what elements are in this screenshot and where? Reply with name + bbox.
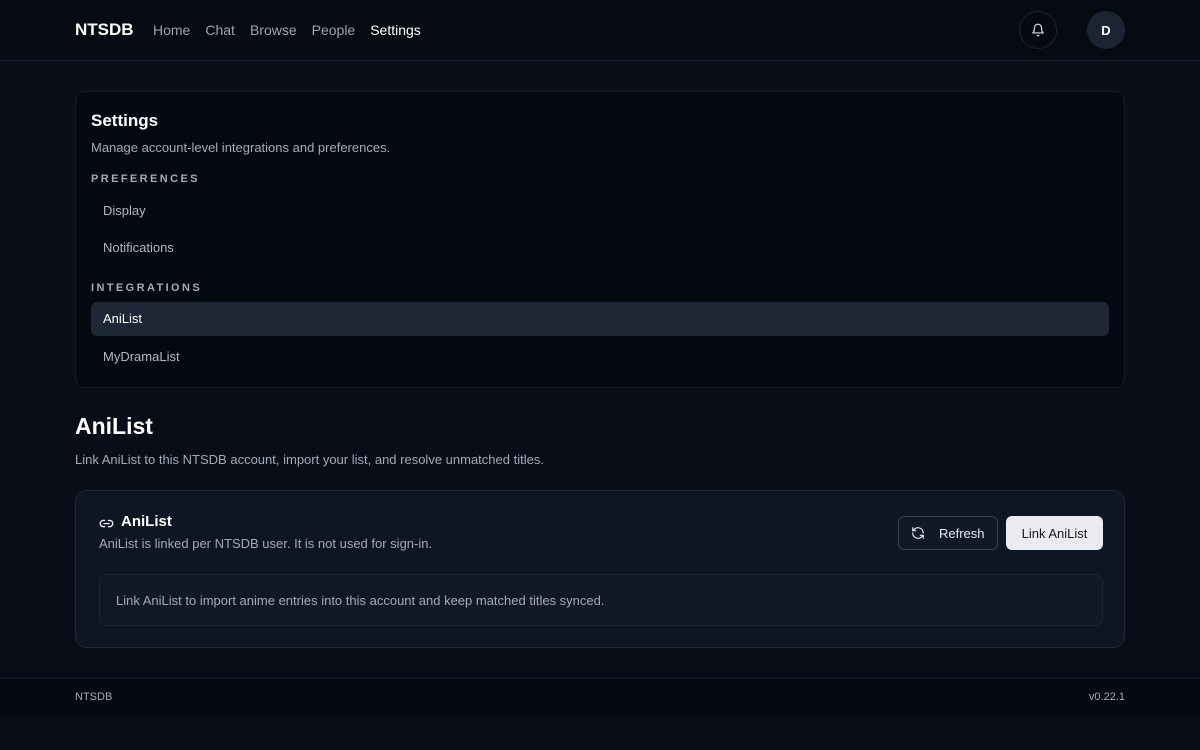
menu-item-display[interactable]: Display — [91, 194, 1109, 228]
section-title: AniList — [75, 413, 153, 439]
settings-title: Settings — [91, 111, 159, 130]
link-anilist-button[interactable]: Link AniList — [1006, 516, 1103, 550]
menu-item-notifications[interactable]: Notifications — [91, 231, 1109, 265]
section-description: Link AniList to this NTSDB account, impo… — [75, 452, 544, 467]
bell-icon — [1032, 23, 1044, 37]
footer: NTSDB v0.22.1 — [0, 678, 1200, 716]
notifications-button[interactable] — [1019, 11, 1057, 49]
info-text: Link AniList to import anime entries int… — [116, 593, 605, 608]
main-nav: Home Chat Browse People Settings — [153, 22, 421, 38]
card-subtitle: AniList is linked per NTSDB user. It is … — [99, 536, 433, 551]
top-navigation-bar: NTSDB Home Chat Browse People Settings D — [0, 0, 1200, 61]
settings-subtitle: Manage account-level integrations and pr… — [91, 140, 391, 155]
card-title: AniList — [121, 513, 172, 530]
nav-settings[interactable]: Settings — [370, 22, 421, 38]
nav-people[interactable]: People — [312, 22, 356, 38]
footer-version: v0.22.1 — [1088, 691, 1125, 703]
refresh-label: Refresh — [939, 525, 985, 541]
nav-browse[interactable]: Browse — [250, 22, 297, 38]
link-icon — [99, 519, 114, 528]
nav-chat[interactable]: Chat — [205, 22, 235, 38]
preferences-label: PREFERENCES — [91, 173, 200, 185]
user-avatar[interactable]: D — [1087, 11, 1125, 49]
info-box: Link AniList to import anime entries int… — [99, 574, 1103, 626]
settings-panel: Settings Manage account-level integratio… — [75, 91, 1125, 388]
integrations-label: INTEGRATIONS — [91, 282, 203, 294]
menu-item-anilist[interactable]: AniList — [91, 302, 1109, 336]
anilist-integration-card: AniList AniList is linked per NTSDB user… — [75, 490, 1125, 648]
refresh-icon — [912, 527, 924, 539]
refresh-button[interactable]: Refresh — [898, 516, 998, 550]
nav-home[interactable]: Home — [153, 22, 190, 38]
brand-logo[interactable]: NTSDB — [75, 20, 134, 40]
menu-item-mydramalist[interactable]: MyDramaList — [91, 340, 1109, 374]
footer-brand: NTSDB — [75, 691, 113, 703]
